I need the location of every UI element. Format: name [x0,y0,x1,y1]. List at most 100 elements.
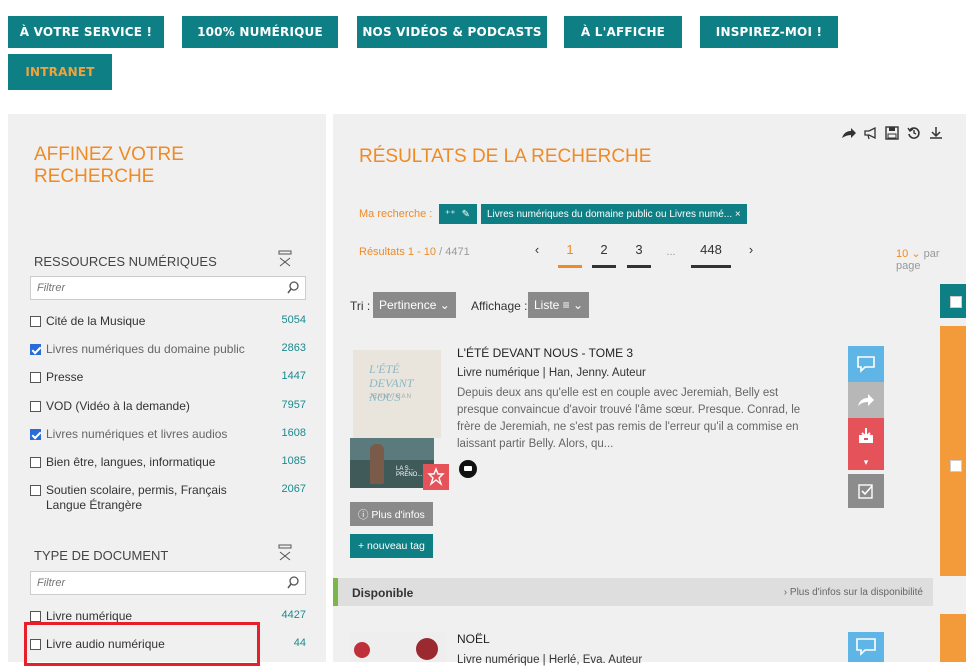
search-icon[interactable] [287,281,299,295]
cover-figure [370,444,384,484]
cover-decoration [416,638,438,660]
facet-count: 2067 [281,483,306,495]
comment-icon [856,638,876,656]
pager-indicator [691,265,731,268]
section-title-ressources: RESSOURCES NUMÉRIQUES [34,254,217,269]
facet-count: 4427 [281,609,306,621]
share-result-button[interactable] [848,382,884,418]
results-panel: RÉSULTATS DE LA RECHERCHE Ma recherche :… [333,114,966,666]
comment-button[interactable] [848,632,884,662]
new-tag-button[interactable]: + nouveau tag [350,534,433,558]
search-term-chip[interactable]: Livres numériques du domaine public ou L… [481,204,747,224]
result-subtitle: Livre numérique | Herlé, Eva. Auteur [457,654,643,666]
filter-panel-title: AFFINEZ VOTRE RECHERCHE [34,144,184,187]
download-result-button[interactable] [848,418,884,454]
expand-icon: ⁺⁺ [445,208,456,220]
comment-button[interactable] [848,346,884,382]
facet-livres-domaine-public[interactable]: Livres numériques du domaine public 2863 [30,342,306,357]
megaphone-icon[interactable] [863,126,877,140]
history-icon[interactable] [907,126,921,140]
result-total: / 4471 [436,246,470,258]
pager-page-1[interactable]: 1 [558,242,582,257]
per-page-value: 10 [896,248,909,260]
select-all-checkbox[interactable] [950,296,962,308]
pager-indicator [627,265,651,268]
badge-star-icon[interactable] [423,464,449,490]
result-actions: ▾ [848,346,884,508]
pager-prev[interactable]: ‹ [531,242,543,257]
result-checkbox[interactable] [950,460,962,472]
ressources-filter-input[interactable] [31,277,271,299]
checkbox[interactable] [30,372,41,383]
display-dropdown[interactable]: Liste ≡ ⌄ [528,292,590,318]
availability-more-link[interactable]: › Plus d'infos sur la disponibilité [784,587,923,598]
search-icon[interactable] [287,576,299,590]
facet-count: 1085 [281,455,306,467]
top-navigation: À VOTRE SERVICE ! 100% NUMÉRIQUE NOS VID… [0,0,966,92]
checkbox[interactable] [30,485,41,496]
pager-ellipsis: ... [666,246,676,258]
nav-intranet[interactable]: INTRANET [8,54,112,90]
facet-bien-etre[interactable]: Bien être, langues, informatique 1085 [30,455,306,470]
book-cover[interactable] [350,632,446,662]
facet-soutien-scolaire[interactable]: Soutien scolaire, permis, Français Langu… [30,483,306,513]
download-options-button[interactable]: ▾ [848,454,884,470]
save-icon[interactable] [885,126,899,140]
facet-label: Presse [46,370,84,384]
facet-vod[interactable]: VOD (Vidéo à la demande) 7957 [30,399,306,414]
facet-label: Soutien scolaire, permis, Français Langu… [46,483,227,512]
nav-100-numerique[interactable]: 100% NUMÉRIQUE [182,16,338,48]
results-title: RÉSULTATS DE LA RECHERCHE [359,146,652,167]
share-icon[interactable] [841,126,856,140]
checkbox[interactable] [30,457,41,468]
checkbox[interactable] [30,401,41,412]
per-page-select[interactable]: 10 ⌄ par page [896,247,966,272]
sort-label: Tri : [350,299,371,313]
mark-result-button[interactable] [848,474,884,508]
chevron-down-icon: ⌄ [911,248,921,260]
facet-label: Livres numériques du domaine public [46,342,245,356]
nav-videos-podcasts[interactable]: NOS VIDÉOS & PODCASTS [357,16,547,48]
sort-dropdown[interactable]: Pertinence ⌄ [373,292,456,318]
result-title[interactable]: L'ÉTÉ DEVANT NOUS - TOME 3 [457,346,633,360]
download-icon[interactable] [929,126,943,140]
result-subtitle: Livre numérique | Han, Jenny. Auteur [457,367,646,379]
nav-inspirez-moi[interactable]: INSPIREZ-MOI ! [700,16,838,48]
pager-page-2[interactable]: 2 [592,242,616,257]
result-range-label: Résultats 1 - 10 [359,246,437,258]
cover-author: JENNY HAN [369,394,412,400]
facet-cite-musique[interactable]: Cité de la Musique 5054 [30,314,306,329]
nav-a-votre-service[interactable]: À VOTRE SERVICE ! [8,16,164,48]
nav-a-l-affiche[interactable]: À L'AFFICHE [564,16,682,48]
facet-livres-audios[interactable]: Livres numériques et livres audios 1608 [30,427,306,442]
checkbox-check-icon [858,484,873,499]
select-all-bar [940,284,966,318]
checkbox[interactable] [30,611,41,622]
facet-count: 44 [293,637,306,649]
collapse-section-icon[interactable] [278,544,292,562]
result-range: Résultats 1 - 10 / 4471 [359,246,470,258]
facet-label: Livres numériques et livres audios [46,427,228,441]
result-title[interactable]: NOËL [457,632,490,646]
facet-presse[interactable]: Presse 1447 [30,370,306,385]
type-document-filter-field[interactable] [30,571,306,595]
result-select-bar [940,326,966,576]
ressources-filter-field[interactable] [30,276,306,300]
pager-next[interactable]: › [745,242,757,257]
book-cover[interactable]: L'ÉTÉ DEVANT NOUS JENNY HAN [353,350,441,438]
pager-page-3[interactable]: 3 [627,242,651,257]
facet-count: 5054 [281,314,306,326]
checkbox-checked[interactable] [30,344,41,355]
edit-search-chip[interactable]: ⁺⁺ ✎ [439,204,477,224]
pager-indicator-active [558,265,582,268]
collapse-section-icon[interactable] [278,250,292,268]
type-document-filter-input[interactable] [31,572,271,594]
checkbox[interactable] [30,316,41,327]
more-info-button[interactable]: ⓘ Plus d'infos [350,502,433,526]
availability-bar[interactable]: Disponible › Plus d'infos sur la disponi… [333,578,933,606]
facet-label: Cité de la Musique [46,314,146,328]
facet-count: 2863 [281,342,306,354]
pager-page-last[interactable]: 448 [691,242,731,257]
book-cover-secondary[interactable]: LA S... PRÉNO... [350,438,434,488]
checkbox-checked[interactable] [30,429,41,440]
